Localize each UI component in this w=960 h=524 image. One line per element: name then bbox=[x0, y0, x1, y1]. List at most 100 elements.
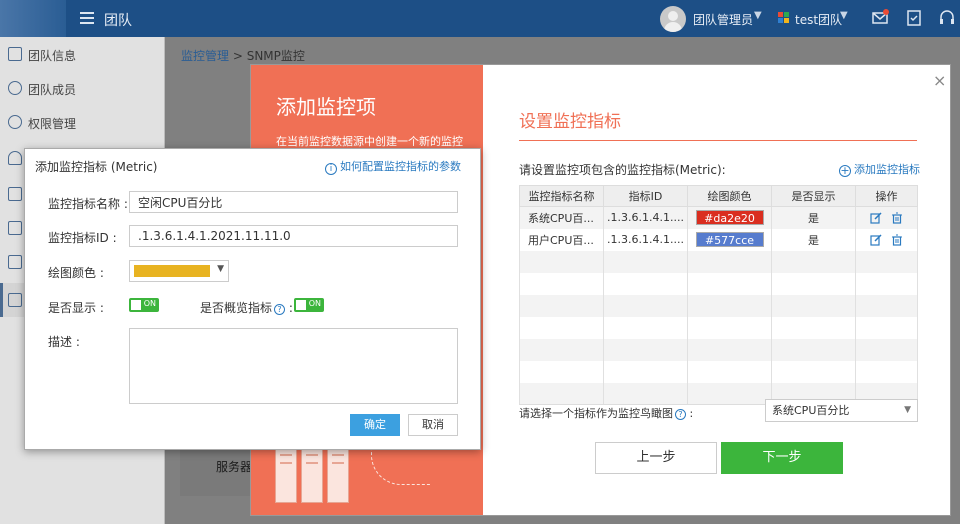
metric-name-cell: 用户CPU百... bbox=[519, 228, 604, 251]
sidebar-item-team-members[interactable]: 团队成员 bbox=[0, 71, 165, 105]
color-swatch bbox=[134, 265, 210, 277]
empty-row bbox=[519, 272, 918, 295]
breadcrumb-current: SNMP监控 bbox=[246, 49, 305, 63]
team-members-icon bbox=[8, 81, 22, 95]
task-icon[interactable] bbox=[904, 8, 924, 28]
help-icon[interactable]: ? bbox=[274, 304, 286, 315]
server-label: 服务器 bbox=[216, 460, 253, 474]
color-chip: #da2e20 bbox=[695, 210, 764, 226]
empty-row bbox=[519, 294, 918, 317]
top-bar: 团队 团队管理员 ▼ test团队 ▼ bbox=[0, 0, 960, 37]
book-icon bbox=[8, 187, 22, 201]
label-colon: : bbox=[689, 407, 694, 420]
toggle-text: ON bbox=[143, 299, 156, 308]
trash-icon[interactable] bbox=[891, 234, 903, 246]
sidebar-item-permissions[interactable]: 权限管理 bbox=[0, 105, 165, 139]
column-header: 绘图颜色 bbox=[687, 185, 772, 207]
cloud-icon bbox=[8, 151, 22, 165]
menu-icon[interactable] bbox=[80, 10, 94, 26]
message-icon[interactable] bbox=[870, 8, 890, 28]
toggle-text: ON bbox=[308, 299, 321, 308]
close-icon[interactable]: × bbox=[933, 71, 946, 90]
user-menu[interactable]: 团队管理员 bbox=[693, 11, 753, 28]
metric-list-label: 请设置监控项包含的监控指标(Metric): bbox=[519, 163, 726, 177]
metric-name-label: 监控指标名称 : bbox=[48, 197, 128, 211]
team-switcher[interactable]: test团队 bbox=[795, 11, 842, 28]
help-link[interactable]: i 如何配置监控指标的参数 bbox=[325, 158, 461, 175]
sidebar-item-label: 团队信息 bbox=[28, 49, 77, 63]
color-picker[interactable]: ▼ bbox=[129, 260, 229, 282]
overview-select-label: 请选择一个指标作为监控鸟瞰图? : bbox=[519, 405, 693, 421]
edit-icon[interactable] bbox=[870, 212, 882, 224]
metric-name-input[interactable] bbox=[129, 191, 458, 213]
table-row: 系统CPU百... .1.3.6.1.4.1.... #da2e20 是 bbox=[519, 206, 918, 229]
image-icon bbox=[8, 255, 22, 269]
actions-cell bbox=[855, 206, 918, 229]
actions-cell bbox=[855, 228, 918, 251]
color-cell: #577cce bbox=[687, 228, 772, 251]
color-label: 绘图颜色 : bbox=[48, 266, 104, 280]
avatar[interactable] bbox=[660, 6, 686, 32]
wizard-title: 添加监控项 bbox=[276, 95, 376, 119]
overview-select-text: 请选择一个指标作为监控鸟瞰图 bbox=[519, 407, 673, 420]
show-cell: 是 bbox=[771, 228, 856, 251]
toggle-knob bbox=[296, 300, 306, 310]
column-header: 是否显示 bbox=[771, 185, 856, 207]
info-icon: i bbox=[325, 163, 337, 175]
contact-icon bbox=[8, 221, 22, 235]
trash-icon[interactable] bbox=[891, 212, 903, 224]
table-row: 用户CPU百... .1.3.6.1.4.1.... #577cce 是 bbox=[519, 228, 918, 251]
chevron-down-icon[interactable]: ▼ bbox=[840, 10, 848, 21]
team-logo-icon bbox=[778, 12, 790, 24]
sidebar-item-team-info[interactable]: 团队信息 bbox=[0, 37, 165, 71]
overview-label: 是否概览指标? : bbox=[200, 299, 293, 316]
show-label: 是否显示 : bbox=[48, 301, 104, 315]
headset-icon[interactable] bbox=[937, 8, 957, 28]
breadcrumb-separator: > bbox=[229, 49, 247, 63]
metric-id-cell: .1.3.6.1.4.1.... bbox=[603, 228, 688, 251]
decoration-curve bbox=[371, 445, 431, 485]
empty-row bbox=[519, 250, 918, 273]
metric-name-cell: 系统CPU百... bbox=[519, 206, 604, 229]
server-illustration bbox=[269, 443, 359, 515]
label-colon: : bbox=[288, 301, 293, 315]
prev-step-button[interactable]: 上一步 bbox=[595, 442, 717, 474]
overview-toggle[interactable]: ON bbox=[294, 298, 324, 312]
metric-id-input[interactable] bbox=[129, 225, 458, 247]
overview-label-text: 是否概览指标 bbox=[200, 301, 273, 315]
show-cell: 是 bbox=[771, 206, 856, 229]
chevron-down-icon: ▼ bbox=[217, 264, 224, 274]
confirm-button[interactable]: 确定 bbox=[350, 414, 400, 436]
color-cell: #da2e20 bbox=[687, 206, 772, 229]
wizard-description: 在当前监控数据源中创建一个新的监控 bbox=[276, 135, 463, 148]
description-label: 描述 : bbox=[48, 335, 80, 349]
color-chip: #577cce bbox=[695, 232, 764, 247]
chevron-down-icon[interactable]: ▼ bbox=[754, 10, 762, 21]
table-header-row: 监控指标名称 指标ID 绘图颜色 是否显示 操作 bbox=[519, 185, 918, 207]
column-header: 监控指标名称 bbox=[519, 185, 604, 207]
logo bbox=[0, 0, 66, 37]
column-header: 指标ID bbox=[603, 185, 688, 207]
team-info-icon bbox=[8, 47, 22, 61]
edit-icon[interactable] bbox=[870, 234, 882, 246]
add-metric-button[interactable]: + 添加监控指标 bbox=[839, 161, 920, 177]
cancel-button[interactable]: 取消 bbox=[408, 414, 458, 436]
description-textarea[interactable] bbox=[129, 328, 458, 404]
add-metric-dialog: 添加监控指标 (Metric) i如何配置监控指标的参数 监控指标名称 : 监控… bbox=[24, 148, 481, 450]
metric-table: 监控指标名称 指标ID 绘图颜色 是否显示 操作 系统CPU百... .1.3.… bbox=[519, 185, 918, 405]
breadcrumb-link[interactable]: 监控管理 bbox=[181, 49, 229, 63]
add-metric-label: 添加监控指标 bbox=[854, 163, 920, 176]
sidebar-item-label: 团队成员 bbox=[28, 83, 77, 97]
overview-metric-select[interactable]: 系统CPU百分比 ▼ bbox=[765, 399, 918, 422]
metric-id-cell: .1.3.6.1.4.1.... bbox=[603, 206, 688, 229]
help-link-label: 如何配置监控指标的参数 bbox=[340, 160, 461, 173]
app-title: 团队 bbox=[104, 13, 132, 29]
show-toggle[interactable]: ON bbox=[129, 298, 159, 312]
empty-row bbox=[519, 338, 918, 361]
active-indicator bbox=[0, 283, 3, 317]
next-step-button[interactable]: 下一步 bbox=[721, 442, 843, 474]
sidebar-item-label: 权限管理 bbox=[28, 117, 77, 131]
overview-select-value: 系统CPU百分比 bbox=[772, 404, 850, 417]
empty-row bbox=[519, 360, 918, 383]
help-icon[interactable]: ? bbox=[675, 409, 686, 420]
